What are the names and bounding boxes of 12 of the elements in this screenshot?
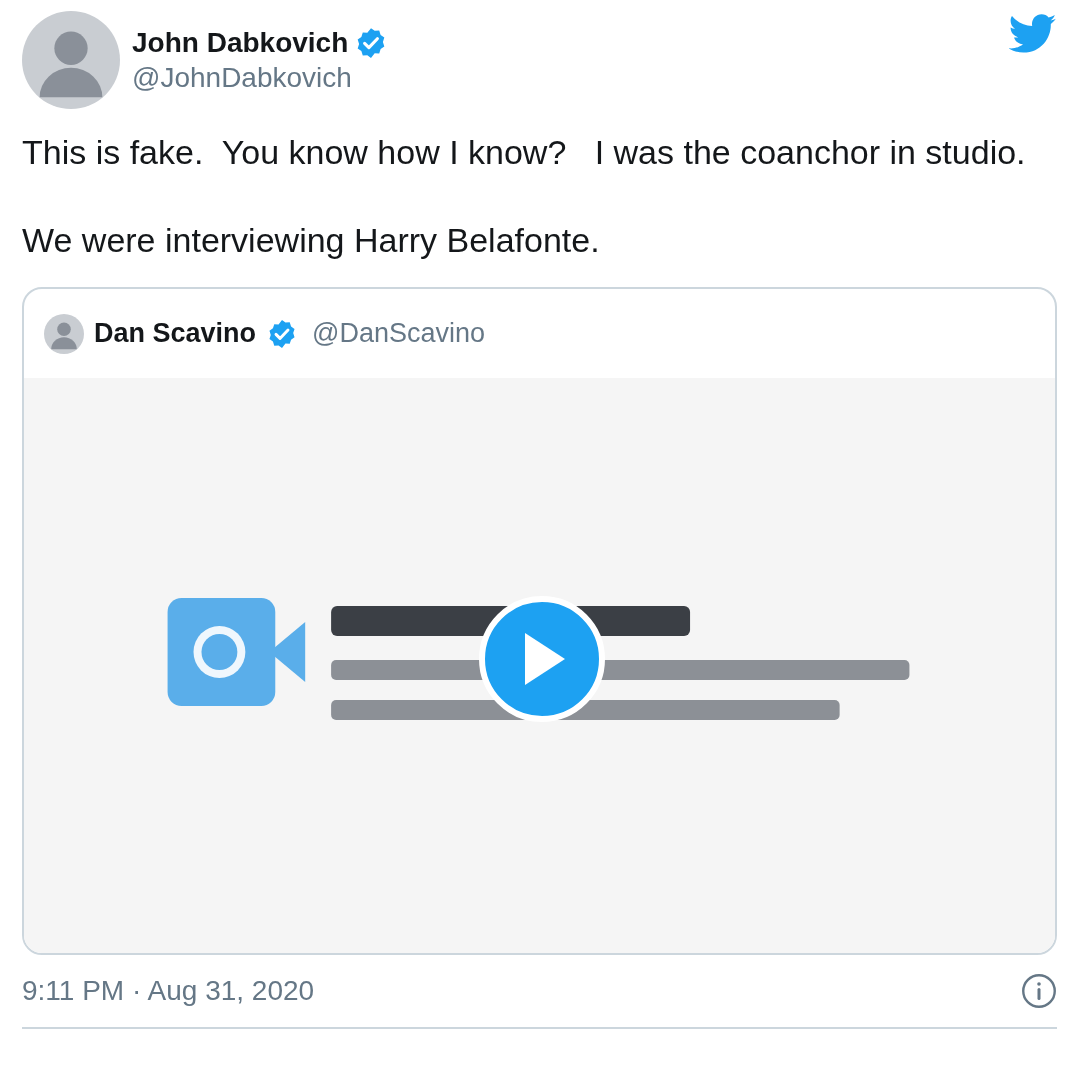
quoted-author-handle[interactable]: @DanScavino xyxy=(312,318,486,349)
tweet-text: This is fake. You know how I know? I was the coanchor in studio. xyxy=(22,132,1027,173)
quoted-tweet-card[interactable]: Dan Scavino @DanScavino xyxy=(22,287,1057,955)
avatar-icon[interactable] xyxy=(22,11,120,109)
tweet-text: We were interviewing Harry Belafonte. xyxy=(22,220,601,261)
info-icon[interactable] xyxy=(1021,973,1057,1009)
author-handle[interactable]: @JohnDabkovich xyxy=(132,62,389,94)
bird-logo-icon[interactable] xyxy=(1009,14,1057,54)
avatar-icon[interactable] xyxy=(44,313,84,354)
author-name[interactable]: John Dabkovich xyxy=(132,27,349,59)
timestamp[interactable]: 9:11 PM · Aug 31, 2020 xyxy=(22,975,315,1007)
quoted-author-name[interactable]: Dan Scavino xyxy=(94,318,257,349)
